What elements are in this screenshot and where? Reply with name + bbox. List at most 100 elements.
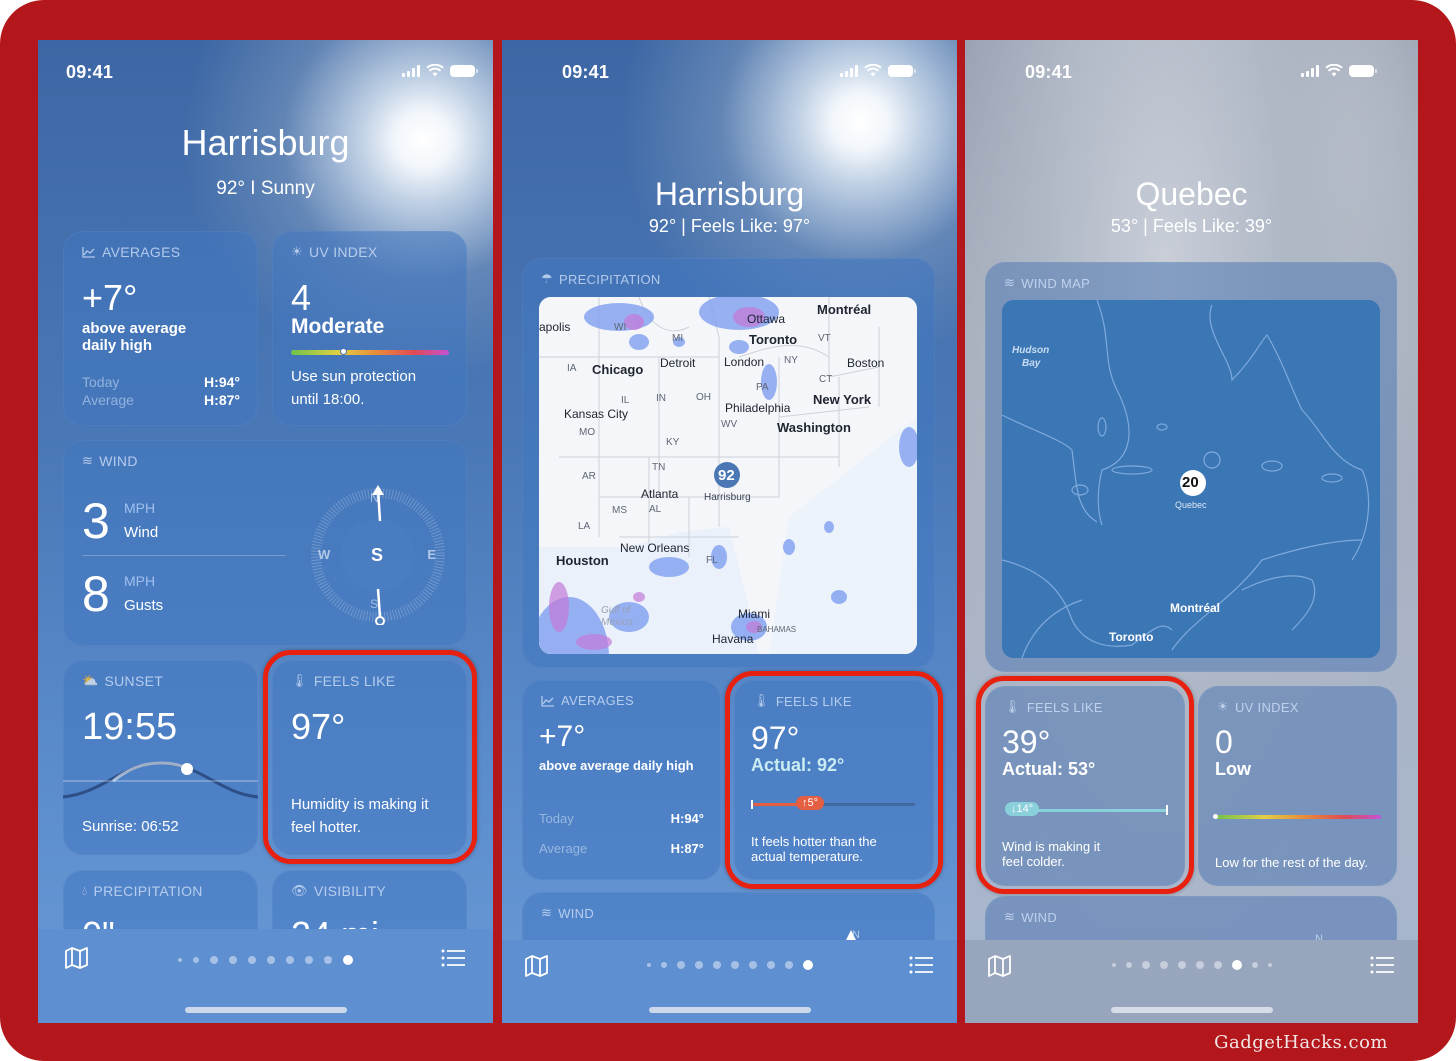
uv-desc: Low for the rest of the day. xyxy=(1215,855,1368,870)
map-wind-marker[interactable]: 20 xyxy=(1182,474,1199,491)
page-dot-active[interactable] xyxy=(343,955,353,965)
map-water-label: Gulf of xyxy=(601,605,631,616)
sunset-card[interactable]: ⛅ SUNSET 19:55 Sunrise: 06:52 xyxy=(63,660,258,855)
precipitation-map-header: ☂ PRECIPITATION xyxy=(541,271,661,287)
page-dot[interactable] xyxy=(1125,962,1132,968)
city-name: Harrisburg xyxy=(654,176,805,212)
page-dot[interactable] xyxy=(193,957,199,963)
visibility-title: VISIBILITY xyxy=(313,883,387,899)
map-temperature-marker[interactable]: 92 xyxy=(718,467,735,484)
map-region-label: BAHAMAS xyxy=(757,625,797,634)
page-dot[interactable] xyxy=(210,956,218,964)
map-marker-label: Harrisburg xyxy=(704,492,751,503)
page-indicator[interactable] xyxy=(502,960,957,970)
map-state: CT xyxy=(819,374,833,385)
list-icon[interactable] xyxy=(441,949,465,967)
page-indicator[interactable] xyxy=(38,955,493,965)
visibility-header: 👁︎ VISIBILITY xyxy=(291,883,386,899)
home-indicator[interactable] xyxy=(648,1007,811,1013)
uv-title: UV INDEX xyxy=(308,244,378,260)
wind-divider xyxy=(82,555,286,556)
wind-speed-unit: MPH xyxy=(124,500,156,516)
page-dot[interactable] xyxy=(229,956,237,964)
averages-title: AVERAGES xyxy=(561,693,634,708)
map-state: KY xyxy=(666,437,680,448)
uv-index-card[interactable]: ☀ UV INDEX 0 Low Low for the rest of the… xyxy=(1198,686,1397,886)
page-dot[interactable] xyxy=(730,961,739,969)
feels-like-highlight xyxy=(976,676,1194,894)
page-dot-active[interactable] xyxy=(1231,960,1242,970)
uv-level-indicator xyxy=(1213,814,1218,819)
phone-screen-quebec: 09:41 Quebec 53° | Feels Like: 39° ≋ WIN… xyxy=(965,40,1418,1023)
page-dot[interactable] xyxy=(1159,961,1168,969)
precipitation-map-title: PRECIPITATION xyxy=(558,271,661,287)
page-dot[interactable] xyxy=(694,961,703,969)
gust-speed-label: Gusts xyxy=(124,597,164,614)
home-indicator[interactable] xyxy=(184,1007,347,1013)
compass-north: N xyxy=(370,491,379,505)
wind-speed-label: Wind xyxy=(124,524,159,541)
page-dot[interactable] xyxy=(784,961,793,969)
page-dot[interactable] xyxy=(712,961,721,969)
map-state: AL xyxy=(649,504,662,515)
wind-title: WIND xyxy=(1021,909,1058,925)
page-indicator[interactable] xyxy=(965,960,1418,970)
page-dot[interactable] xyxy=(305,956,313,964)
map-city: Boston xyxy=(847,356,885,370)
gust-speed-value: 8 xyxy=(82,566,110,622)
list-icon[interactable] xyxy=(1370,956,1394,974)
map-state: MI xyxy=(672,333,684,344)
uv-level: Moderate xyxy=(291,315,385,338)
home-indicator[interactable] xyxy=(1110,1007,1273,1013)
page-dot[interactable] xyxy=(248,956,256,964)
current-conditions: 92° I Sunny xyxy=(216,178,315,199)
wind-title: WIND xyxy=(99,453,138,469)
page-dot[interactable] xyxy=(676,961,685,969)
page-dot[interactable] xyxy=(1251,962,1258,968)
page-dot[interactable] xyxy=(646,963,651,967)
uv-value: 4 xyxy=(291,277,312,318)
sun-icon: ☀ xyxy=(291,244,303,259)
battery-icon xyxy=(1349,64,1377,77)
page-dot[interactable] xyxy=(267,956,275,964)
page-dot[interactable] xyxy=(766,961,775,969)
page-dot[interactable] xyxy=(286,956,294,964)
phone-screen-harrisburg-sunny: 09:41 Harrisburg 92° I Sunny AVERAGES +7… xyxy=(38,40,493,1023)
today-label: Today xyxy=(82,374,120,390)
map-state: IL xyxy=(621,395,630,406)
status-time: 09:41 xyxy=(562,62,610,82)
page-dot-active[interactable] xyxy=(802,960,813,970)
wind-card[interactable]: ≋ WIND 3 MPH Wind 8 MPH Gusts N W E S S xyxy=(63,440,467,646)
page-dot[interactable] xyxy=(1177,961,1186,969)
map-city: Detroit xyxy=(660,356,696,370)
page-dot[interactable] xyxy=(660,962,667,968)
page-dot[interactable] xyxy=(1141,961,1150,969)
precipitation-map-card[interactable]: ☂ PRECIPITATION 92 Harrisburg Montréal O… xyxy=(522,258,935,668)
page-dot[interactable] xyxy=(1111,963,1116,967)
page-dot[interactable] xyxy=(178,958,182,962)
page-dot[interactable] xyxy=(1213,961,1222,969)
map-state: MS xyxy=(612,505,627,516)
wifi-icon xyxy=(864,64,882,77)
map-state: WV xyxy=(721,419,738,430)
current-conditions: 92° | Feels Like: 97° xyxy=(648,216,811,236)
battery-icon xyxy=(450,64,478,77)
page-dot[interactable] xyxy=(1195,961,1204,969)
page-dot[interactable] xyxy=(1267,963,1272,967)
page-dot[interactable] xyxy=(748,961,757,969)
wind-map[interactable]: 20 Quebec Hudson Bay Montréal Toronto xyxy=(1002,300,1380,658)
page-dot[interactable] xyxy=(324,956,332,964)
wind-title: WIND xyxy=(558,905,595,921)
averages-card[interactable]: AVERAGES +7° above average daily high To… xyxy=(63,231,258,426)
precipitation-map[interactable]: 92 Harrisburg Montréal Ottawa Toronto ap… xyxy=(539,297,917,654)
wind-map-card[interactable]: ≋ WIND MAP 20 Quebec Hudson Bay Montréal… xyxy=(985,262,1397,672)
sun-path-graph xyxy=(63,761,258,799)
gust-speed-unit: MPH xyxy=(124,573,156,589)
bottom-toolbar xyxy=(502,940,957,1023)
uv-header: ☀ UV INDEX xyxy=(291,244,378,260)
today-high: H:94° xyxy=(670,811,704,826)
list-icon[interactable] xyxy=(909,956,933,974)
wind-compass: N W E S S xyxy=(308,485,448,626)
averages-card[interactable]: AVERAGES +7° above average daily high To… xyxy=(522,680,721,880)
uv-index-card[interactable]: ☀ UV INDEX 4 Moderate Use sun protection… xyxy=(272,231,467,426)
